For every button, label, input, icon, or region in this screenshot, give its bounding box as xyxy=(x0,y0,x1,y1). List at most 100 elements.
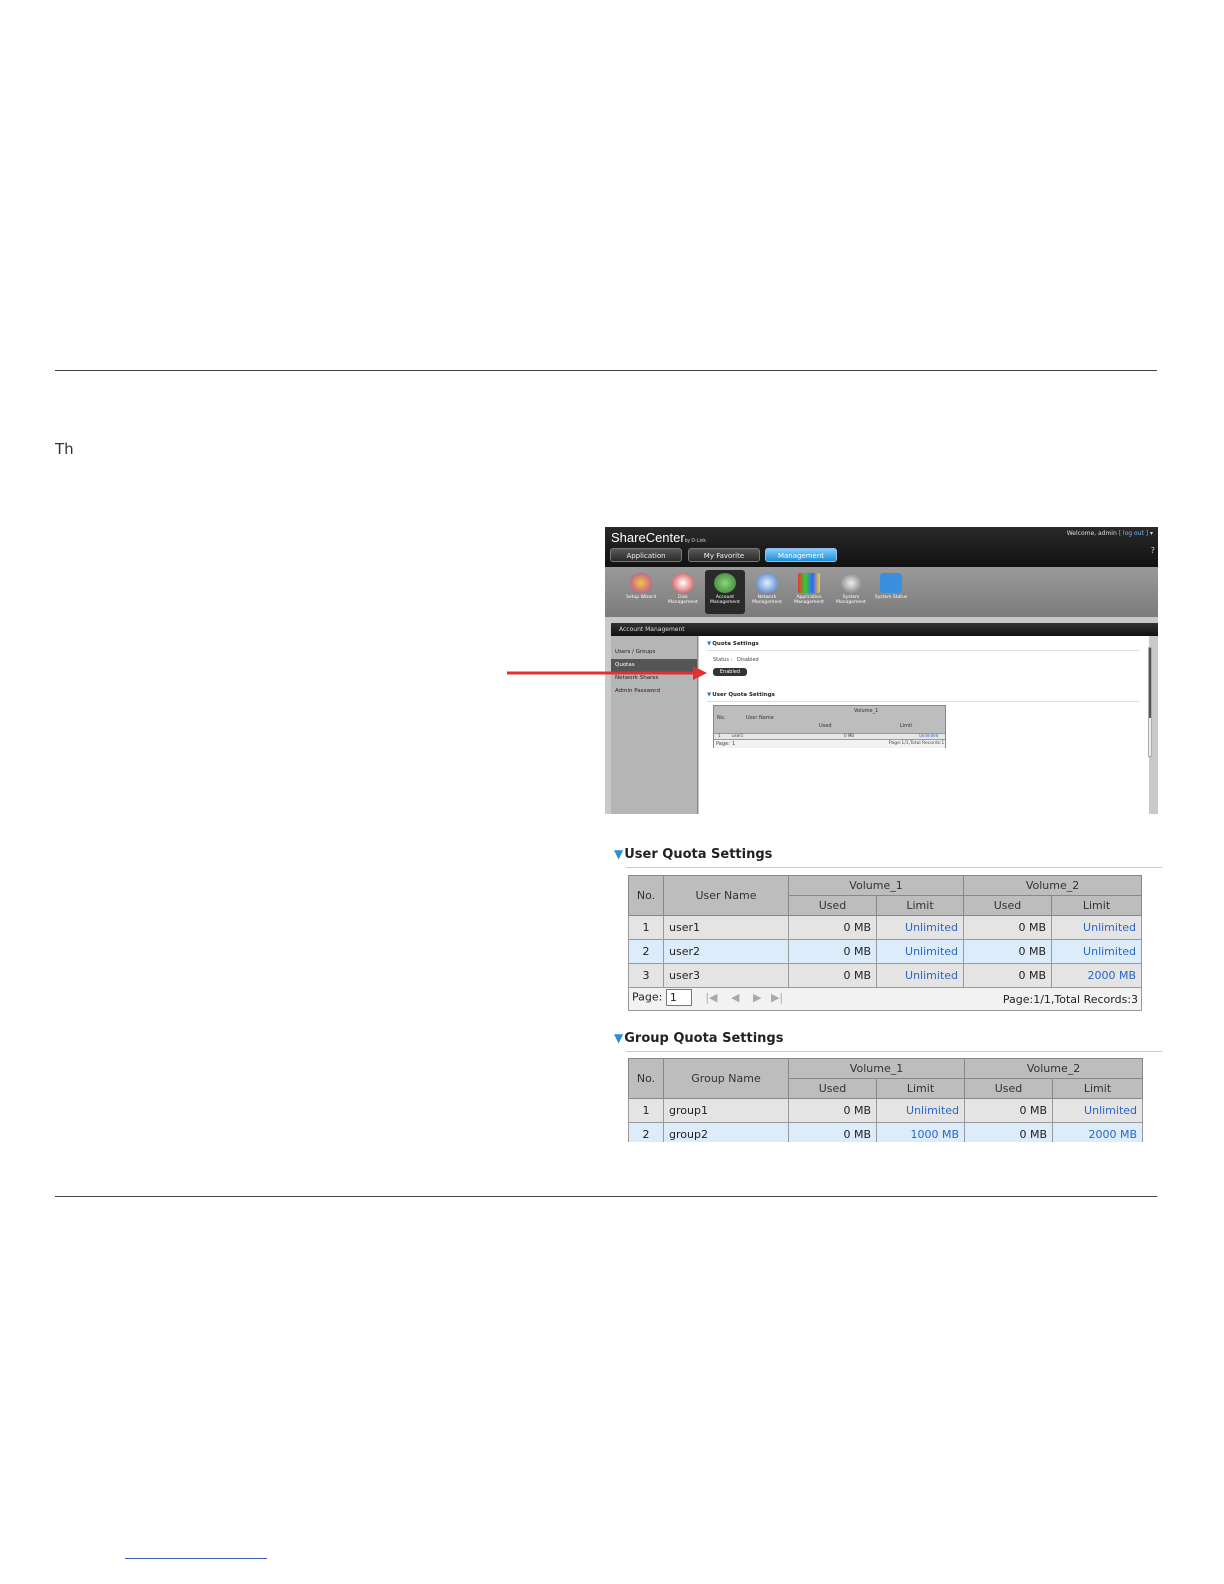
row-v2-limit-link[interactable]: Unlimited xyxy=(1051,939,1143,964)
col-no[interactable]: No. xyxy=(628,1058,664,1099)
section-divider xyxy=(707,701,1139,702)
mini-row-user: user1 xyxy=(732,733,744,738)
table-row[interactable]: 2 user2 0 MB Unlimited 0 MB Unlimited xyxy=(628,939,1143,964)
row-no: 2 xyxy=(628,1122,664,1142)
mini-col-used: Used xyxy=(819,723,832,729)
row-v2-used: 0 MB xyxy=(963,915,1053,940)
bottom-rule xyxy=(55,1196,1157,1197)
row-v1-limit-link[interactable]: Unlimited xyxy=(875,939,965,964)
network-management-icon[interactable]: Network Management xyxy=(747,570,787,614)
help-icon[interactable]: ? xyxy=(1151,546,1155,555)
row-v1-limit-link[interactable]: Unlimited xyxy=(875,915,965,940)
red-arrow-icon xyxy=(507,666,707,680)
table-row[interactable]: 3 user3 0 MB Unlimited 0 MB 2000 MB xyxy=(628,963,1143,988)
quota-settings-heading: Quota Settings xyxy=(707,641,759,647)
page-input[interactable]: 1 xyxy=(665,988,692,1006)
section-divider xyxy=(707,650,1139,651)
col-volume-1: Volume_1 xyxy=(787,875,965,896)
logo: ShareCenterby D-Link xyxy=(611,530,706,545)
row-v1-used: 0 MB xyxy=(788,939,877,964)
tab-management[interactable]: Management xyxy=(765,548,837,562)
logout-link[interactable]: [ log out ] xyxy=(1119,530,1148,537)
mini-col-limit: Limit xyxy=(900,723,913,729)
row-group-name: group1 xyxy=(663,1098,789,1123)
account-management-icon[interactable]: Account Management xyxy=(705,570,745,614)
row-v2-limit-link[interactable]: Unlimited xyxy=(1051,915,1143,940)
row-v2-used: 0 MB xyxy=(963,963,1053,988)
row-v1-used: 0 MB xyxy=(788,1098,877,1123)
row-v1-limit-link[interactable]: Unlimited xyxy=(875,1098,966,1123)
row-v2-limit-link[interactable]: 2000 MB xyxy=(1051,963,1143,988)
management-icon-bar: Setup Wizard Disk Management Account Man… xyxy=(605,567,1158,617)
col-used[interactable]: Used xyxy=(964,1078,1054,1099)
system-status-icon[interactable]: System Status xyxy=(871,570,911,614)
enable-button[interactable]: Enabled xyxy=(713,668,747,676)
col-used[interactable]: Used xyxy=(963,895,1053,916)
tab-my-favorite[interactable]: My Favorite xyxy=(688,548,760,562)
col-no[interactable]: No. xyxy=(628,875,664,916)
col-volume-2: Volume_2 xyxy=(964,1058,1144,1079)
group-quota-heading[interactable]: ▼Group Quota Settings xyxy=(614,1031,783,1046)
sidebar-item-admin-password[interactable]: Admin Password xyxy=(611,685,697,698)
tab-application[interactable]: Application xyxy=(610,548,682,562)
prev-page-icon[interactable]: ◀ xyxy=(731,991,739,1004)
logo-sub: by D-Link xyxy=(684,538,706,544)
application-management-icon[interactable]: Application Management xyxy=(789,570,829,614)
last-page-icon[interactable]: ▶| xyxy=(771,991,783,1004)
mini-page-info: Page:1/1,Total Records:1 xyxy=(889,741,945,746)
triangle-down-icon[interactable]: ▼ xyxy=(614,847,623,861)
scrollbar[interactable] xyxy=(1148,647,1152,757)
row-user-name: user1 xyxy=(663,915,789,940)
col-group-name[interactable]: Group Name xyxy=(663,1058,789,1099)
group-quota-table: No. Group Name Volume_1 Volume_2 Used Li… xyxy=(628,1058,1144,1142)
welcome-text: Welcome, admin [ log out ] ▾ xyxy=(1066,530,1153,537)
col-limit[interactable]: Limit xyxy=(875,895,965,916)
row-v1-used: 0 MB xyxy=(788,915,877,940)
sidebar-item-users-groups[interactable]: Users / Groups xyxy=(611,646,697,659)
col-limit[interactable]: Limit xyxy=(1052,1078,1144,1099)
row-user-name: user2 xyxy=(663,939,789,964)
top-rule xyxy=(55,370,1157,371)
triangle-down-icon[interactable]: ▼ xyxy=(614,1031,623,1045)
first-page-icon[interactable]: |◀ xyxy=(705,991,717,1004)
row-v1-limit-link[interactable]: Unlimited xyxy=(875,963,965,988)
system-management-icon[interactable]: System Management xyxy=(831,570,871,614)
mini-col-user: User Name xyxy=(746,715,774,721)
row-v2-used: 0 MB xyxy=(963,939,1053,964)
scrollbar-thumb[interactable] xyxy=(1149,648,1151,718)
disk-management-icon[interactable]: Disk Management xyxy=(663,570,703,614)
user-quota-table: No. User Name Volume_1 Volume_2 Used Lim… xyxy=(627,875,1143,1011)
mini-page-label: Page: xyxy=(716,741,730,747)
mini-row-limit: Unlimited xyxy=(919,733,939,738)
mini-col-no: No. xyxy=(717,715,726,721)
col-limit[interactable]: Limit xyxy=(1051,895,1143,916)
intro-text: Th xyxy=(55,440,74,458)
col-used[interactable]: Used xyxy=(788,1078,877,1099)
pagination-bar: Page: 1 |◀ ◀ ▶ ▶| Page:1/1,Total Records… xyxy=(627,987,1143,1011)
mini-row-no: 1 xyxy=(718,733,721,738)
manual-page: Th ShareCenterby D-Link Welcome, admin [… xyxy=(0,0,1224,1584)
col-used[interactable]: Used xyxy=(788,895,877,916)
row-v2-limit-link[interactable]: Unlimited xyxy=(1052,1098,1144,1123)
table-row[interactable]: 2 group2 0 MB 1000 MB 0 MB 2000 MB xyxy=(628,1122,1144,1142)
col-limit[interactable]: Limit xyxy=(875,1078,966,1099)
user-quota-heading-mini: User Quota Settings xyxy=(707,692,775,698)
mini-user-quota-table: No. User Name Volume_1 Used Limit 1 user… xyxy=(713,705,946,748)
next-page-icon[interactable]: ▶ xyxy=(753,991,761,1004)
footer-link-underline[interactable] xyxy=(125,1558,267,1559)
table-row[interactable]: 1 user1 0 MB Unlimited 0 MB Unlimited xyxy=(628,915,1143,940)
row-v1-limit-link[interactable]: 1000 MB xyxy=(875,1122,966,1142)
mini-page-input[interactable]: 1 xyxy=(732,741,735,747)
status-label: Status : xyxy=(713,657,733,663)
section-divider xyxy=(626,867,1162,868)
table-row[interactable]: 1 group1 0 MB Unlimited 0 MB Unlimited xyxy=(628,1098,1144,1123)
row-v2-limit-link[interactable]: 2000 MB xyxy=(1052,1122,1144,1142)
main-content: Quota Settings Status : Disabled Enabled… xyxy=(699,636,1149,814)
row-no: 2 xyxy=(628,939,664,964)
row-v1-used: 0 MB xyxy=(788,963,877,988)
col-user-name[interactable]: User Name xyxy=(663,875,789,916)
page-info: Page:1/1,Total Records:3 xyxy=(1002,992,1139,1006)
user-quota-heading[interactable]: ▼User Quota Settings xyxy=(614,847,772,862)
setup-wizard-icon[interactable]: Setup Wizard xyxy=(621,570,661,614)
row-user-name: user3 xyxy=(663,963,789,988)
